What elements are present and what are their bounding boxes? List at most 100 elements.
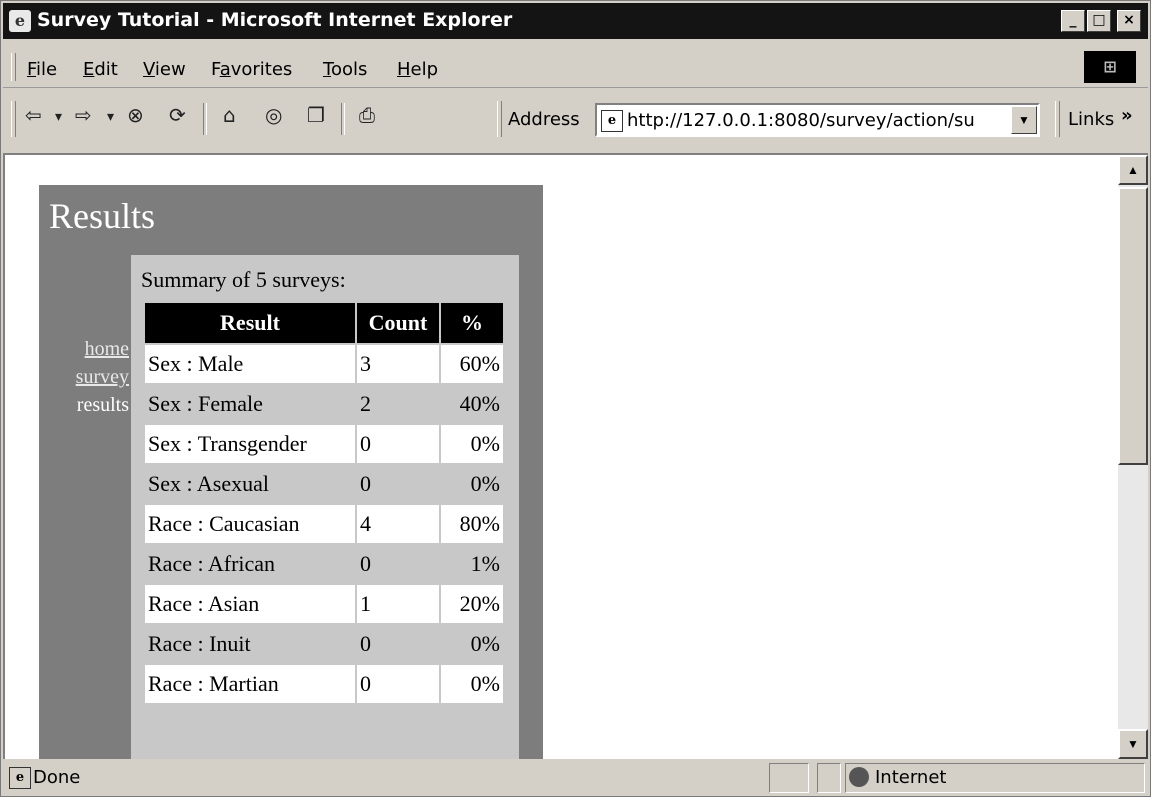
status-text: Done (33, 767, 81, 788)
scroll-up-button[interactable]: ▲ (1118, 155, 1148, 185)
results-content: Summary of 5 surveys: Result Count % Sex… (131, 255, 519, 759)
ie-app-icon: e (9, 10, 31, 32)
table-header-row: Result Count % (145, 303, 503, 343)
cell-result: Race : African (145, 545, 355, 583)
menu-view[interactable]: View (143, 59, 186, 80)
cell-count: 0 (357, 625, 439, 663)
page-title: Results (49, 196, 156, 236)
nav-link-home[interactable]: home (39, 335, 129, 363)
menu-edit[interactable]: Edit (83, 59, 118, 80)
favorites-button[interactable]: ❐ (307, 103, 325, 127)
forward-dropdown-icon[interactable]: ▾ (107, 109, 114, 125)
scroll-down-button[interactable]: ▼ (1118, 729, 1148, 759)
security-zone: Internet (875, 767, 947, 788)
cell-result: Sex : Transgender (145, 425, 355, 463)
menu-bar: File Edit View Favorites Tools Help ⊞ (3, 47, 1148, 88)
scrollbar-thumb[interactable] (1118, 187, 1148, 465)
cell-count: 1 (357, 585, 439, 623)
cell-result: Sex : Female (145, 385, 355, 423)
cell-percent: 0% (441, 465, 503, 503)
table-row: Race : Martian 0 0% (145, 665, 503, 703)
menubar-grip[interactable] (11, 53, 16, 81)
table-row: Race : Asian 1 20% (145, 585, 503, 623)
forward-button[interactable]: ⇨ (75, 103, 92, 127)
page-icon: e (601, 110, 623, 132)
cell-count: 4 (357, 505, 439, 543)
table-row: Race : African 0 1% (145, 545, 503, 583)
back-button[interactable]: ⇦ (25, 103, 42, 127)
header-percent: % (441, 303, 503, 343)
results-table: Result Count % Sex : Male 3 60% Sex : Fe… (143, 301, 505, 705)
close-button[interactable]: × (1117, 10, 1141, 32)
toolbar-grip[interactable] (11, 101, 16, 137)
cell-percent: 40% (441, 385, 503, 423)
page-icon: e (9, 767, 31, 789)
cell-percent: 80% (441, 505, 503, 543)
menu-file[interactable]: File (27, 59, 57, 80)
cell-result: Race : Martian (145, 665, 355, 703)
table-row: Sex : Transgender 0 0% (145, 425, 503, 463)
cell-count: 3 (357, 345, 439, 383)
header-result: Result (145, 303, 355, 343)
toolbar-separator (203, 103, 207, 135)
cell-percent: 0% (441, 425, 503, 463)
chevron-right-icon[interactable]: » (1121, 105, 1133, 126)
address-input[interactable]: http://127.0.0.1:8080/survey/action/su (627, 110, 1007, 131)
cell-result: Race : Inuit (145, 625, 355, 663)
cell-count: 0 (357, 465, 439, 503)
back-dropdown-icon[interactable]: ▾ (55, 109, 62, 125)
home-button[interactable]: ⌂ (223, 103, 236, 127)
browser-window: e Survey Tutorial - Microsoft Internet E… (0, 0, 1151, 797)
nav-current-results: results (76, 394, 129, 416)
nav-link-survey[interactable]: survey (39, 363, 129, 391)
vertical-scrollbar[interactable]: ▲ ▼ (1118, 155, 1148, 759)
window-title: Survey Tutorial - Microsoft Internet Exp… (37, 9, 513, 31)
address-field[interactable]: e http://127.0.0.1:8080/survey/action/su… (595, 103, 1040, 137)
cell-percent: 20% (441, 585, 503, 623)
cell-count: 0 (357, 425, 439, 463)
cell-result: Sex : Male (145, 345, 355, 383)
results-panel: Results home survey results Summary of 5… (39, 185, 543, 759)
search-button[interactable]: ◎ (265, 103, 282, 127)
cell-result: Race : Caucasian (145, 505, 355, 543)
toolbar: ⇦ ▾ ⇨ ▾ ⊗ ⟳ ⌂ ◎ ❐ ⎙ Address e http://127… (3, 91, 1148, 147)
address-grip[interactable] (497, 101, 502, 137)
refresh-button[interactable]: ⟳ (169, 103, 186, 127)
status-bar: e Done Internet (3, 761, 1148, 795)
header-count: Count (357, 303, 439, 343)
menu-help[interactable]: Help (397, 59, 438, 80)
cell-percent: 60% (441, 345, 503, 383)
cell-count: 2 (357, 385, 439, 423)
table-row: Race : Inuit 0 0% (145, 625, 503, 663)
cell-percent: 1% (441, 545, 503, 583)
menu-favorites[interactable]: Favorites (211, 59, 292, 80)
page-viewport: Results home survey results Summary of 5… (3, 153, 1148, 759)
toolbar-separator (341, 103, 345, 135)
side-nav: home survey results (39, 335, 129, 419)
stop-button[interactable]: ⊗ (127, 103, 144, 127)
title-bar: e Survey Tutorial - Microsoft Internet E… (3, 3, 1148, 39)
maximize-button[interactable]: □ (1087, 10, 1111, 32)
table-row: Sex : Male 3 60% (145, 345, 503, 383)
table-row: Race : Caucasian 4 80% (145, 505, 503, 543)
cell-result: Race : Asian (145, 585, 355, 623)
cell-percent: 0% (441, 665, 503, 703)
cell-percent: 0% (441, 625, 503, 663)
summary-text: Summary of 5 surveys: (141, 267, 346, 292)
address-label: Address (508, 109, 580, 130)
status-pane (817, 763, 841, 793)
table-row: Sex : Female 2 40% (145, 385, 503, 423)
table-row: Sex : Asexual 0 0% (145, 465, 503, 503)
minimize-button[interactable]: _ (1061, 10, 1085, 32)
print-button[interactable]: ⎙ (359, 103, 375, 127)
cell-result: Sex : Asexual (145, 465, 355, 503)
status-pane (769, 763, 809, 793)
links-grip[interactable] (1055, 101, 1060, 137)
menu-tools[interactable]: Tools (323, 59, 367, 80)
windows-logo-icon: ⊞ (1084, 51, 1136, 83)
cell-count: 0 (357, 665, 439, 703)
cell-count: 0 (357, 545, 439, 583)
address-dropdown-button[interactable]: ▼ (1011, 106, 1037, 134)
links-button[interactable]: Links (1068, 109, 1114, 130)
globe-icon (849, 767, 869, 787)
